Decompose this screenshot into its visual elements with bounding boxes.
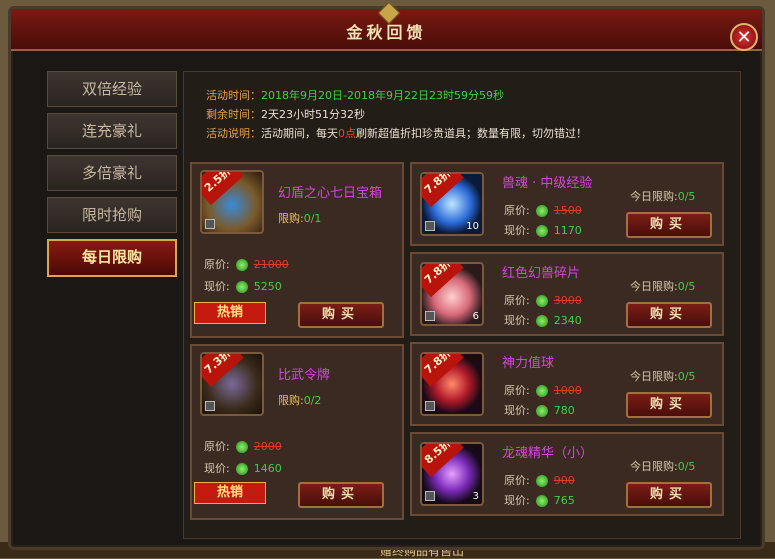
event-description-row: 活动说明：活动期间，每天0点刷新超值折扣珍贵道具；数量有限，切勿错过！: [206, 127, 587, 140]
discount-badge: 7.8折: [422, 174, 464, 208]
buy-button[interactable]: 购买: [626, 392, 712, 418]
coin-icon: [535, 205, 548, 217]
coin-icon: [235, 281, 248, 293]
item-name: 红色幻兽碎片: [502, 266, 581, 281]
current-price-row: 现价: 1460: [204, 462, 282, 475]
discount-badge: 8.5折: [422, 444, 464, 478]
event-time-row: 活动时间：2018年9月20日-2018年9月22日23时59分59秒: [206, 89, 504, 102]
lock-icon: [205, 401, 215, 411]
lock-icon: [425, 311, 435, 321]
purchase-limit: 限购:0/2: [278, 394, 322, 407]
close-button[interactable]: ✕: [730, 23, 758, 51]
discount-badge: 7.8折: [422, 264, 464, 298]
tab-multiple-gift[interactable]: 多倍豪礼: [47, 155, 177, 191]
original-price-row: 原价: 900: [504, 474, 575, 487]
item-name: 龙魂精华（小）: [502, 446, 594, 461]
coin-icon: [535, 495, 548, 507]
item-card: 7.3折 比武令牌 限购:0/2 原价: 2000 现价: 1460 热销 购买: [190, 344, 404, 520]
original-price-row: 原价: 2000: [204, 440, 282, 453]
current-price-row: 现价: 2340: [504, 314, 582, 327]
item-quantity: 6: [472, 311, 479, 322]
daily-limit: 今日限购:0/5: [630, 280, 696, 293]
content-panel: 活动时间：2018年9月20日-2018年9月22日23时59分59秒 剩余时间…: [183, 71, 741, 539]
coin-icon: [535, 295, 548, 307]
tab-daily-limit[interactable]: 每日限购: [47, 239, 177, 277]
item-quantity: 3: [472, 491, 479, 502]
close-icon: ✕: [736, 27, 752, 48]
original-price-row: 原价: 1500: [504, 204, 582, 217]
coin-icon: [235, 259, 248, 271]
item-name: 兽魂 · 中级经验: [502, 176, 593, 191]
flower-icon: 7.8折 6: [420, 262, 484, 326]
current-price-row: 现价: 5250: [204, 280, 282, 293]
coin-icon: [535, 475, 548, 487]
item-card: 2.5折 幻盾之心七日宝箱 限购:0/1 原价: 21000 现价: 5250 热销…: [190, 162, 404, 338]
coin-icon: [535, 385, 548, 397]
discount-badge: 2.5折: [202, 172, 244, 206]
coin-icon: [535, 315, 548, 327]
window-title: 金秋回馈: [346, 23, 427, 42]
daily-limit: 今日限购:0/5: [630, 370, 696, 383]
item-name: 比武令牌: [278, 368, 331, 383]
current-price-row: 现价: 1170: [504, 224, 582, 237]
daily-limit: 今日限购:0/5: [630, 190, 696, 203]
hot-sale-badge: 热销: [194, 482, 266, 504]
tab-double-exp[interactable]: 双倍经验: [47, 71, 177, 107]
purchase-limit: 限购:0/1: [278, 212, 322, 225]
event-info: 活动时间：2018年9月20日-2018年9月22日23时59分59秒 剩余时间…: [206, 86, 587, 143]
item-card: 7.8折 10 兽魂 · 中级经验 今日限购:0/5 原价: 1500 现价: 11…: [410, 162, 724, 246]
buy-button[interactable]: 购买: [298, 302, 384, 328]
daily-limit: 今日限购:0/5: [630, 460, 696, 473]
lock-icon: [425, 491, 435, 501]
original-price-row: 原价: 3000: [504, 294, 582, 307]
coin-icon: [235, 441, 248, 453]
title-bar: 金秋回馈: [11, 1, 762, 51]
coin-icon: [535, 405, 548, 417]
discount-badge: 7.8折: [422, 354, 464, 388]
sidebar: 双倍经验 连充豪礼 多倍豪礼 限时抢购 每日限购: [47, 71, 177, 283]
event-window: 金秋回馈 ✕ 双倍经验 连充豪礼 多倍豪礼 限时抢购 每日限购 活动时间：201…: [8, 1, 765, 550]
coin-icon: [535, 225, 548, 237]
treasure-chest-icon: 2.5折: [200, 170, 264, 234]
discount-badge: 7.3折: [202, 354, 244, 388]
remaining-time-row: 剩余时间：2天23小时51分32秒: [206, 108, 365, 121]
buy-button[interactable]: 购买: [626, 212, 712, 238]
lock-icon: [425, 221, 435, 231]
tab-flash-sale[interactable]: 限时抢购: [47, 197, 177, 233]
item-name: 幻盾之心七日宝箱: [278, 186, 383, 201]
item-card: 7.8折 6 红色幻兽碎片 今日限购:0/5 原价: 3000 现价: 2340 购…: [410, 252, 724, 336]
lock-icon: [205, 219, 215, 229]
dragon-essence-icon: 8.5折 3: [420, 442, 484, 506]
buy-button[interactable]: 购买: [626, 482, 712, 508]
item-card: 8.5折 3 龙魂精华（小） 今日限购:0/5 原价: 900 现价: 765 购买: [410, 432, 724, 516]
item-name: 神力值球: [502, 356, 555, 371]
lock-icon: [425, 401, 435, 411]
coin-icon: [235, 463, 248, 475]
hot-sale-badge: 热销: [194, 302, 266, 324]
item-quantity: 10: [466, 221, 479, 232]
token-icon: 7.3折: [200, 352, 264, 416]
buy-button[interactable]: 购买: [298, 482, 384, 508]
original-price-row: 原价: 1000: [504, 384, 582, 397]
tab-recharge-gift[interactable]: 连充豪礼: [47, 113, 177, 149]
power-orb-icon: 7.8折: [420, 352, 484, 416]
original-price-row: 原价: 21000: [204, 258, 289, 271]
current-price-row: 现价: 765: [504, 494, 575, 507]
current-price-row: 现价: 780: [504, 404, 575, 417]
exp-orb-icon: 7.8折 10: [420, 172, 484, 236]
buy-button[interactable]: 购买: [626, 302, 712, 328]
item-card: 7.8折 神力值球 今日限购:0/5 原价: 1000 现价: 780 购买: [410, 342, 724, 426]
